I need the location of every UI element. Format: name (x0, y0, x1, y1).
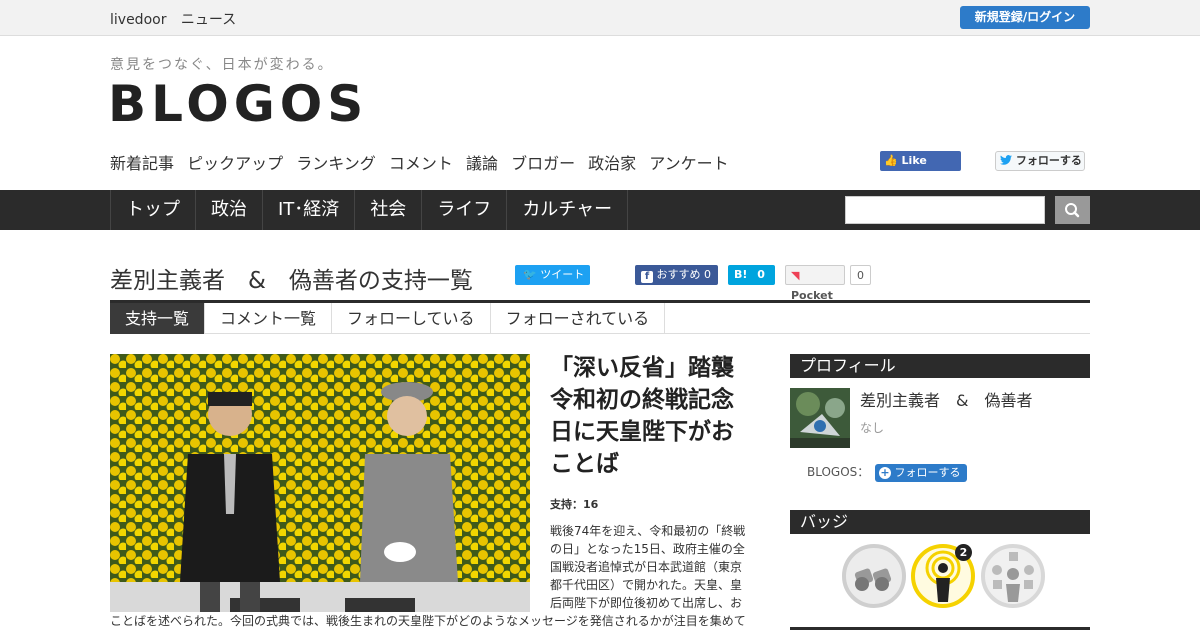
brand-livedoor: livedoor (110, 12, 167, 28)
ceremony-photo-image (110, 354, 530, 612)
hatena-icon: B! (734, 268, 748, 281)
follow-small-label: フォローする (894, 466, 961, 479)
sub-navigation: 新着記事 ピックアップ ランキング コメント 議論 ブロガー 政治家 アンケート (110, 150, 737, 174)
tweet-button[interactable]: 🐦 ツイート (515, 265, 590, 285)
tab-comments[interactable]: コメント一覧 (205, 303, 333, 334)
twitter-bird-icon: 🐦 (523, 268, 537, 281)
facebook-like-button[interactable]: 👍 Like 132K (880, 151, 961, 187)
badge-heading: バッジ (790, 510, 1090, 534)
page-title: 差別主義者 & 偽善者の支持一覧 (110, 268, 473, 294)
article-title[interactable]: 「深い反省」踏襲 令和初の終戦記念日に天皇陛下がおことば (550, 352, 750, 480)
fb-rec-count: 0 (704, 268, 711, 281)
binoculars-icon (842, 544, 906, 608)
subnav-comment[interactable]: コメント (389, 154, 453, 173)
nav-top[interactable]: トップ (110, 190, 195, 230)
binoculars-badge[interactable] (842, 544, 906, 608)
nav-society[interactable]: 社会 (354, 190, 421, 230)
brand-news: ニュース (180, 12, 237, 28)
tw-follow-label: フォローする (1015, 154, 1082, 167)
profile-tabs: 支持一覧 コメント一覧 フォローしている フォローされている (110, 300, 1090, 334)
avatar[interactable] (790, 388, 850, 448)
article-excerpt-continued: ことばを述べられた。今回の式典では、戦後生まれの天皇陛下がどのようなメッセージを… (110, 614, 746, 628)
nav-it-economy[interactable]: IT･経済 (262, 190, 354, 230)
fb-like-label: Like (901, 154, 927, 167)
search-icon (1065, 203, 1080, 218)
login-button[interactable]: 新規登録/ログイン (960, 6, 1090, 29)
tagline: 意見をつなぐ、日本が変わる。 (110, 57, 334, 73)
fb-rec-label: おすすめ (656, 268, 701, 281)
subnav-debate[interactable]: 議論 (466, 154, 498, 173)
search-input[interactable] (845, 196, 1045, 224)
facebook-icon: f (641, 271, 653, 283)
fb-like-count: 132K (887, 174, 916, 187)
nav-culture[interactable]: カルチャー (506, 190, 629, 230)
profile-note: なし (860, 421, 885, 435)
pocket-icon: ◥ (791, 269, 800, 282)
social-person-icon (981, 544, 1045, 608)
top-bar: livedoor ニュース 新規登録/ログイン (0, 0, 1200, 36)
tab-followers[interactable]: フォローされている (491, 303, 666, 334)
hatena-bookmark-button[interactable]: B! 0 (728, 265, 775, 285)
nav-life[interactable]: ライフ (421, 190, 506, 230)
thumbs-up-icon: 👍 (884, 154, 898, 167)
article-excerpt: 戦後74年を迎え、令和最初の「終戦の日」となった15日、政府主催の全国戦没者追悼… (550, 524, 746, 610)
twitter-follow-button[interactable]: フォローする (995, 151, 1085, 171)
profile-name[interactable]: 差別主義者 & 偽善者 (860, 387, 1032, 411)
subnav-pickup[interactable]: ピックアップ (187, 154, 283, 173)
main-navigation: トップ 政治 IT･経済 社会 ライフ カルチャー (0, 190, 1200, 230)
article-photo[interactable] (110, 354, 530, 612)
facebook-recommend-button[interactable]: f おすすめ 0 (635, 265, 718, 285)
speaker-badge[interactable]: 2 (911, 544, 975, 608)
subnav-blogger[interactable]: ブロガー (511, 154, 575, 173)
tab-supports[interactable]: 支持一覧 (110, 303, 206, 334)
nav-politics[interactable]: 政治 (195, 190, 262, 230)
hatena-count: 0 (757, 268, 765, 281)
subnav-politician[interactable]: 政治家 (588, 154, 636, 173)
badge-count: 2 (955, 544, 972, 561)
livedoor-brand[interactable]: livedoor ニュース (110, 9, 246, 29)
blogos-follow-label: BLOGOS： (807, 465, 870, 479)
blogos-follow-button[interactable]: + フォローする (875, 464, 967, 482)
subnav-ranking[interactable]: ランキング (296, 154, 376, 173)
profile-heading: プロフィール (790, 354, 1090, 378)
social-sharer-badge[interactable] (981, 544, 1045, 608)
tweet-label: ツイート (540, 268, 585, 281)
pocket-button[interactable]: ◥ Pocket (785, 265, 845, 302)
plus-icon: + (879, 466, 891, 479)
pocket-count: 0 (850, 265, 871, 285)
subnav-survey[interactable]: アンケート (649, 154, 728, 173)
tab-following[interactable]: フォローしている (332, 303, 491, 334)
avatar-image (790, 388, 850, 448)
twitter-bird-icon (1000, 155, 1012, 165)
blogos-logo[interactable]: BLOGOS (108, 74, 368, 134)
subnav-new[interactable]: 新着記事 (110, 154, 174, 173)
search-button[interactable] (1055, 196, 1090, 224)
support-count: 支持：16 (550, 498, 599, 511)
